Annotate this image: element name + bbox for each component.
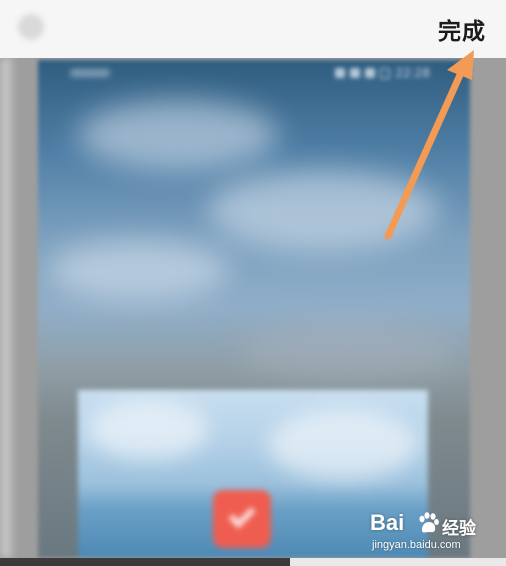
- status-left-placeholder: [70, 69, 110, 77]
- cloud: [268, 410, 418, 480]
- bottom-strip-highlight: [290, 558, 506, 566]
- check-icon: [228, 501, 256, 529]
- status-time: 22:28: [395, 66, 430, 80]
- cloud: [48, 240, 228, 300]
- preview-edge: [0, 58, 12, 558]
- app-icon: [213, 490, 271, 548]
- signal-icon: [350, 68, 361, 78]
- wallpaper-preview-area: – 22:28: [0, 58, 506, 558]
- baidu-watermark: Bai 经验 jingyan.baidu.com: [370, 510, 500, 556]
- status-bar: – 22:28: [335, 65, 430, 81]
- watermark-url: jingyan.baidu.com: [372, 539, 461, 551]
- battery-icon: –: [380, 67, 391, 79]
- cloud: [88, 400, 208, 460]
- done-button[interactable]: 完成: [438, 12, 486, 46]
- top-bar: 完成: [0, 0, 506, 58]
- watermark-suffix: 经验: [442, 519, 476, 539]
- watermark-brand: Bai: [370, 510, 405, 535]
- back-icon[interactable]: [18, 14, 44, 40]
- alarm-icon: [335, 68, 346, 78]
- paw-icon: [419, 512, 439, 533]
- cloud: [238, 320, 458, 380]
- cloud: [208, 170, 438, 250]
- wifi-icon: [365, 68, 376, 78]
- cloud: [78, 100, 278, 170]
- wallpaper-preview: – 22:28: [38, 60, 470, 558]
